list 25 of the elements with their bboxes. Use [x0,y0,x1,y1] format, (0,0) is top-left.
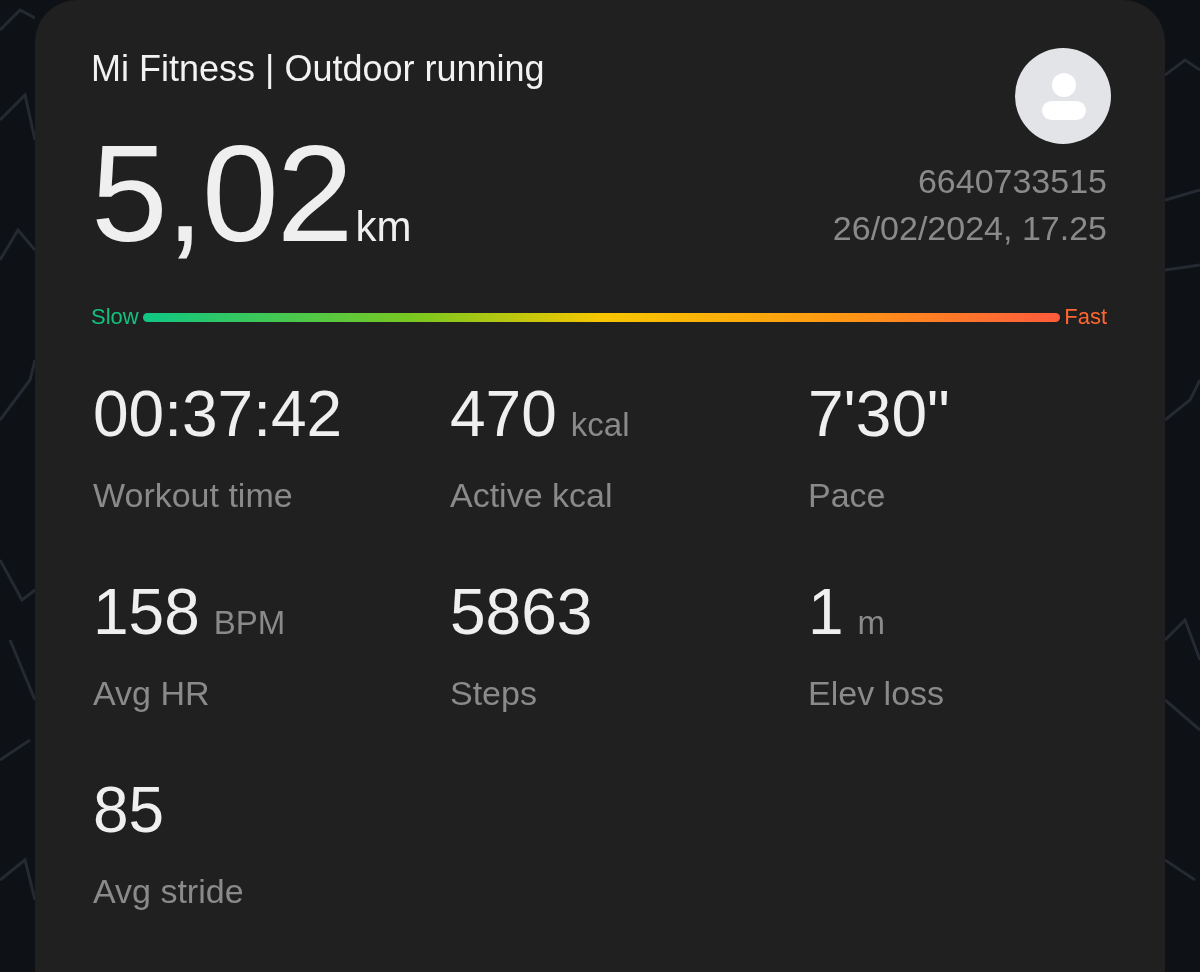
stat-label: Pace [808,475,886,515]
stat-label: Workout time [93,475,293,515]
stat-label: Active kcal [450,475,613,515]
stat-value: 470 [450,377,557,451]
stat-label: Elev loss [808,673,945,713]
stat-value: 7'30" [808,377,950,451]
stat-unit: BPM [213,603,286,643]
distance-unit: km [355,205,412,249]
stat-value: 158 [93,575,200,649]
avatar-icon [1015,48,1111,144]
stat-value: 85 [93,773,165,847]
stat-label: Avg HR [93,673,210,713]
activity-title: Mi Fitness | Outdoor running [91,48,545,90]
slow-label: Slow [91,303,139,331]
distance-value: 5,02 [91,125,352,261]
stat-unit: kcal [570,405,630,445]
stat-value: 5863 [450,575,593,649]
stat-label: Avg stride [93,871,244,911]
stat-value: 1 [808,575,844,649]
stat-label: Steps [450,673,537,713]
stat-value: 00:37:42 [93,377,343,451]
workout-datetime: 26/02/2024, 17.25 [832,208,1107,249]
fast-label: Fast [1064,303,1107,331]
user-id: 6640733515 [917,161,1107,202]
stat-unit: m [857,603,886,643]
